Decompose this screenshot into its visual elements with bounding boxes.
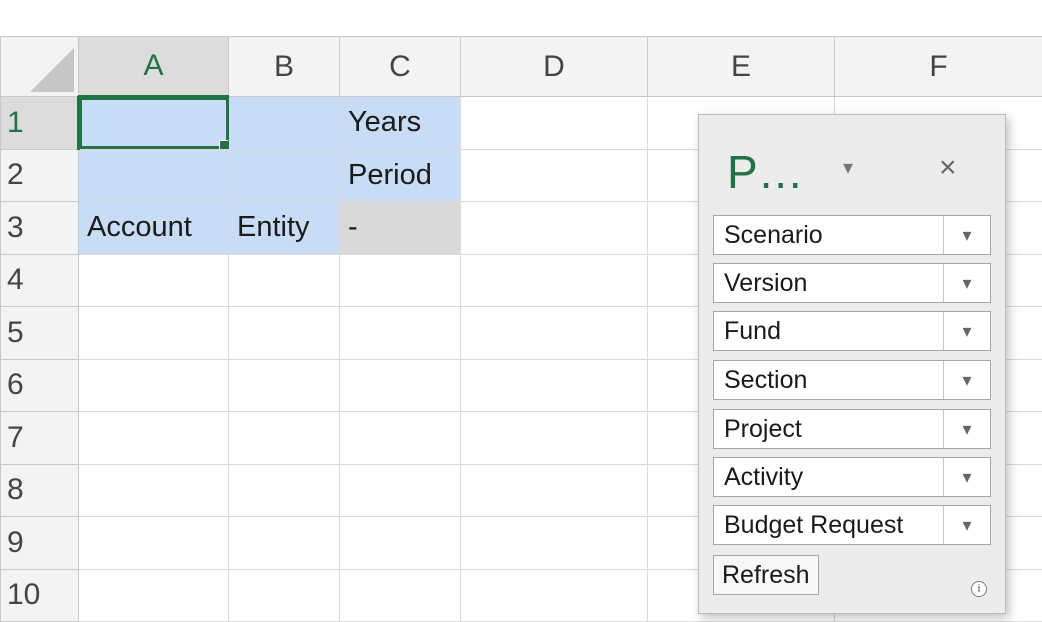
- pov-title: P…: [727, 146, 804, 198]
- refresh-button[interactable]: Refresh: [713, 555, 819, 595]
- column-header-f[interactable]: F: [834, 36, 1042, 97]
- pov-dimension-budget-request[interactable]: Budget Request ▾: [713, 505, 991, 545]
- pov-dimension-fund[interactable]: Fund ▾: [713, 311, 991, 351]
- cell-b7[interactable]: [228, 411, 340, 465]
- cell-a6[interactable]: [78, 358, 229, 412]
- pov-toolbar-panel: P… ▾ × Scenario ▾ Version ▾ Fund ▾ Secti…: [698, 114, 1006, 614]
- cell-a7[interactable]: [78, 411, 229, 465]
- chevron-down-icon[interactable]: ▾: [843, 155, 853, 180]
- chevron-down-icon[interactable]: ▾: [943, 506, 990, 544]
- pov-dimension-label: Scenario: [724, 221, 823, 249]
- pov-dimension-label: Fund: [724, 317, 781, 345]
- row-header-1[interactable]: 1: [0, 96, 80, 150]
- row-header-7[interactable]: 7: [0, 411, 79, 465]
- cell-d10[interactable]: [460, 568, 648, 622]
- cell-d5[interactable]: [460, 306, 648, 360]
- cell-d4[interactable]: [460, 253, 648, 307]
- column-header-d[interactable]: D: [460, 36, 648, 97]
- cell-b5[interactable]: [228, 306, 340, 360]
- chevron-down-icon[interactable]: ▾: [943, 216, 990, 254]
- cell-a9[interactable]: [78, 516, 229, 570]
- column-header-a[interactable]: A: [78, 36, 229, 98]
- cell-d7[interactable]: [460, 411, 648, 465]
- row-header-3[interactable]: 3: [0, 201, 79, 255]
- row-header-6[interactable]: 6: [0, 358, 79, 412]
- cell-c8[interactable]: [339, 463, 461, 517]
- column-header-c[interactable]: C: [339, 36, 461, 97]
- cell-a8[interactable]: [78, 463, 229, 517]
- row-header-2[interactable]: 2: [0, 148, 79, 202]
- pov-dimension-label: Project: [724, 415, 802, 443]
- fill-handle[interactable]: [219, 139, 228, 149]
- cell-a2[interactable]: [78, 148, 229, 202]
- pov-dimension-label: Budget Request: [724, 511, 904, 539]
- cell-d1[interactable]: [460, 96, 648, 150]
- chevron-down-icon[interactable]: ▾: [943, 361, 990, 399]
- chevron-down-icon[interactable]: ▾: [943, 312, 990, 350]
- cell-a3[interactable]: Account: [78, 201, 229, 255]
- pov-dimension-project[interactable]: Project ▾: [713, 409, 991, 449]
- cell-b9[interactable]: [228, 516, 340, 570]
- row-header-8[interactable]: 8: [0, 463, 79, 517]
- close-icon[interactable]: ×: [939, 151, 957, 185]
- cell-d9[interactable]: [460, 516, 648, 570]
- pov-dimension-version[interactable]: Version ▾: [713, 263, 991, 303]
- cell-a5[interactable]: [78, 306, 229, 360]
- row-header-4[interactable]: 4: [0, 253, 79, 307]
- pov-dimension-section[interactable]: Section ▾: [713, 360, 991, 400]
- column-header-e[interactable]: E: [647, 36, 835, 97]
- column-header-b[interactable]: B: [228, 36, 340, 97]
- chevron-down-icon[interactable]: ▾: [943, 410, 990, 448]
- info-icon[interactable]: i: [971, 581, 987, 597]
- pov-dimension-label: Activity: [724, 463, 804, 491]
- cell-a10[interactable]: [78, 568, 229, 622]
- cell-b2[interactable]: [228, 148, 340, 202]
- ribbon-area: [0, 0, 1042, 36]
- chevron-down-icon[interactable]: ▾: [943, 264, 990, 302]
- cell-d6[interactable]: [460, 358, 648, 412]
- cell-b4[interactable]: [228, 253, 340, 307]
- row-header-5[interactable]: 5: [0, 306, 79, 360]
- cell-c10[interactable]: [339, 568, 461, 622]
- select-all-corner[interactable]: [0, 36, 79, 97]
- cell-b6[interactable]: [228, 358, 340, 412]
- cell-d2[interactable]: [460, 148, 648, 202]
- row-header-10[interactable]: 10: [0, 568, 79, 622]
- cell-a4[interactable]: [78, 253, 229, 307]
- cell-c6[interactable]: [339, 358, 461, 412]
- pov-dimension-label: Version: [724, 269, 808, 297]
- cell-c2[interactable]: Period: [339, 148, 461, 202]
- cell-d8[interactable]: [460, 463, 648, 517]
- pov-dimension-activity[interactable]: Activity ▾: [713, 457, 991, 497]
- cell-d3[interactable]: [460, 201, 648, 255]
- pov-dimension-label: Section: [724, 366, 808, 394]
- cell-c4[interactable]: [339, 253, 461, 307]
- cell-c5[interactable]: [339, 306, 461, 360]
- cell-b10[interactable]: [228, 568, 340, 622]
- cell-c1[interactable]: Years: [339, 96, 461, 150]
- cell-b8[interactable]: [228, 463, 340, 517]
- cell-c3[interactable]: -: [339, 201, 461, 255]
- row-header-9[interactable]: 9: [0, 516, 79, 570]
- cell-b3[interactable]: Entity: [228, 201, 340, 255]
- chevron-down-icon[interactable]: ▾: [943, 458, 990, 496]
- cell-b1[interactable]: [228, 96, 340, 150]
- cell-c9[interactable]: [339, 516, 461, 570]
- pov-dimension-scenario[interactable]: Scenario ▾: [713, 215, 991, 255]
- cell-a1[interactable]: [78, 96, 229, 150]
- cell-c7[interactable]: [339, 411, 461, 465]
